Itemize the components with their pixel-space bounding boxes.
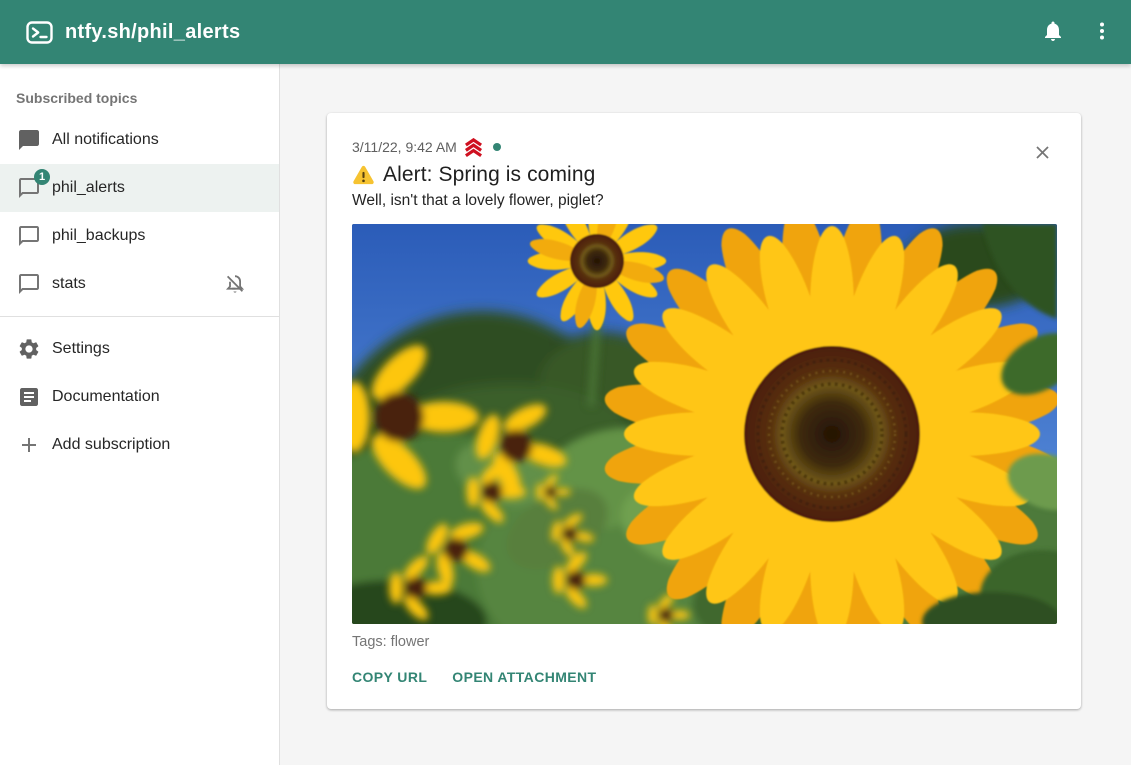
sidebar-item-phil-alerts[interactable]: 1 phil_alerts [0,164,279,212]
notification-card: 3/11/22, 9:42 AM [327,113,1081,709]
sidebar-divider [0,316,279,317]
main-content: 3/11/22, 9:42 AM [280,64,1131,765]
sidebar-item-label: Documentation [52,388,160,406]
sidebar-item-stats[interactable]: stats [0,260,279,308]
open-attachment-button[interactable]: OPEN ATTACHMENT [444,659,604,695]
sidebar-item-label: Add subscription [52,436,170,454]
sidebar-item-documentation[interactable]: Documentation [0,373,279,421]
gear-icon [17,337,41,361]
notification-meta-row: 3/11/22, 9:42 AM [352,137,1056,157]
more-vert-icon [1090,19,1114,46]
notification-actions: COPY URL OPEN ATTACHMENT [344,659,1056,695]
app-bar: ntfy.sh/phil_alerts [0,0,1131,64]
subscribed-topics-label: Subscribed topics [0,86,279,110]
attachment-image[interactable] [352,224,1057,624]
article-icon [17,385,41,409]
unread-dot [493,143,501,151]
close-x-icon [1032,142,1053,166]
sidebar-item-label: phil_alerts [52,179,125,197]
close-notification-button[interactable] [1025,137,1059,171]
unread-count-badge: 1 [34,169,50,185]
sidebar-item-add-subscription[interactable]: Add subscription [0,421,279,469]
sidebar-item-label: All notifications [52,131,159,149]
overflow-menu-button[interactable] [1082,12,1122,52]
sidebar-item-settings[interactable]: Settings [0,325,279,373]
sidebar-item-label: phil_backups [52,227,145,245]
sidebar-item-phil-backups[interactable]: phil_backups [0,212,279,260]
warning-emoji [352,164,375,186]
notification-title: Alert: Spring is coming [383,163,595,187]
sidebar: Subscribed topics All notifications 1 ph… [0,64,280,765]
notification-timestamp: 3/11/22, 9:42 AM [352,139,457,155]
notification-title-row: Alert: Spring is coming [352,163,1056,187]
plus-icon [17,433,41,457]
chat-bubble-outline-icon: 1 [17,176,41,200]
priority-max-icon [463,138,484,157]
app-title: ntfy.sh/phil_alerts [65,21,240,44]
sidebar-item-all-notifications[interactable]: All notifications [0,116,279,164]
notifications-off-icon [223,272,247,296]
copy-url-button[interactable]: COPY URL [344,659,435,695]
terminal-logo-icon [26,19,53,46]
bell-icon [1041,19,1065,46]
notification-body: Well, isn't that a lovely flower, piglet… [352,192,1056,210]
notification-tags: Tags: flower [352,634,1056,650]
chat-bubble-filled-icon [17,128,41,152]
sidebar-item-label: Settings [52,340,110,358]
chat-bubble-outline-icon [17,272,41,296]
chat-bubble-outline-icon [17,224,41,248]
notifications-bell-button[interactable] [1033,12,1073,52]
sidebar-item-label: stats [52,275,86,293]
